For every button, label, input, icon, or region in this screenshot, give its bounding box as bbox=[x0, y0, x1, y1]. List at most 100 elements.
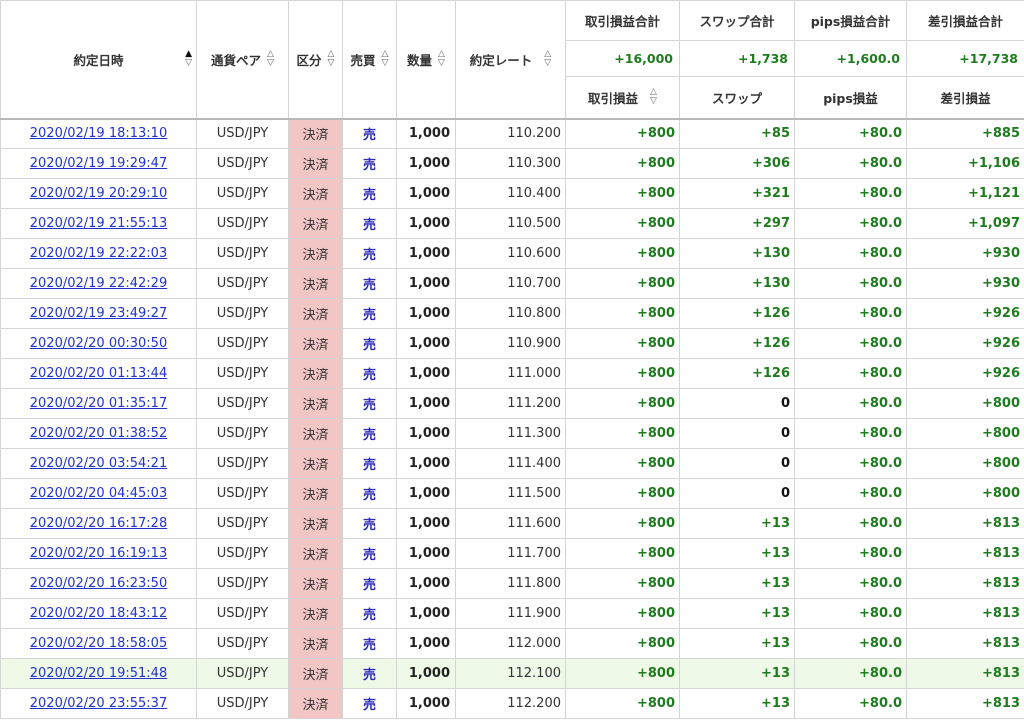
date-cell[interactable]: 2020/02/20 04:45:03 bbox=[0, 478, 197, 509]
pair-cell: USD/JPY bbox=[196, 298, 289, 329]
trade-date-link[interactable]: 2020/02/19 22:42:29 bbox=[30, 276, 167, 291]
table-row: 2020/02/20 23:55:37 USD/JPY 決済売 1,000 112.20… bbox=[0, 688, 1024, 719]
rate-cell: 110.800 bbox=[455, 298, 566, 329]
trade-date-link[interactable]: 2020/02/20 16:23:50 bbox=[30, 576, 167, 591]
date-cell[interactable]: 2020/02/20 16:17:28 bbox=[0, 508, 197, 539]
pair-cell: USD/JPY bbox=[196, 478, 289, 509]
kubun-cell: 決済 bbox=[288, 628, 343, 659]
date-cell[interactable]: 2020/02/20 03:54:21 bbox=[0, 448, 197, 479]
trade-date-link[interactable]: 2020/02/19 19:29:47 bbox=[30, 156, 167, 171]
side-cell: 売 bbox=[342, 298, 397, 329]
date-cell[interactable]: 2020/02/20 18:58:05 bbox=[0, 628, 197, 659]
trade-date-link[interactable]: 2020/02/20 01:13:44 bbox=[30, 366, 167, 381]
sort-icon[interactable]: △ ▽ bbox=[544, 50, 551, 68]
trade-date-link[interactable]: 2020/02/19 20:29:10 bbox=[30, 186, 167, 201]
table-row: 2020/02/19 18:13:10 USD/JPY 決済売 1,000 110.20… bbox=[0, 118, 1024, 149]
trade-date-link[interactable]: 2020/02/20 03:54:21 bbox=[30, 456, 167, 471]
net-cell: +800 bbox=[906, 478, 1024, 509]
date-cell[interactable]: 2020/02/20 01:38:52 bbox=[0, 418, 197, 449]
trade-date-link[interactable]: 2020/02/20 16:19:13 bbox=[30, 546, 167, 561]
rate-cell: 111.900 bbox=[455, 598, 566, 629]
trade-pl-cell: +800 bbox=[565, 358, 680, 389]
swap-cell: +130 bbox=[679, 268, 795, 299]
trade-pl-cell: +800 bbox=[565, 538, 680, 569]
net-cell: +926 bbox=[906, 358, 1024, 389]
qty-cell: 1,000 bbox=[396, 388, 456, 419]
date-cell[interactable]: 2020/02/19 18:13:10 bbox=[0, 118, 197, 149]
swap-cell: +85 bbox=[679, 118, 795, 149]
trade-pl-cell: +800 bbox=[565, 238, 680, 269]
qty-cell: 1,000 bbox=[396, 418, 456, 449]
trade-date-link[interactable]: 2020/02/20 16:17:28 bbox=[30, 516, 167, 531]
trade-date-link[interactable]: 2020/02/20 23:55:37 bbox=[30, 696, 167, 711]
swap-cell: +306 bbox=[679, 148, 795, 179]
trade-date-link[interactable]: 2020/02/19 23:49:27 bbox=[30, 306, 167, 321]
trade-date-link[interactable]: 2020/02/19 18:13:10 bbox=[30, 126, 167, 141]
pips-cell: +80.0 bbox=[794, 268, 907, 299]
sort-icon[interactable]: △ ▽ bbox=[382, 50, 389, 68]
date-cell[interactable]: 2020/02/20 18:43:12 bbox=[0, 598, 197, 629]
date-cell[interactable]: 2020/02/19 21:55:13 bbox=[0, 208, 197, 239]
col-header-rate[interactable]: 約定レート △ ▽ bbox=[455, 0, 566, 120]
swap-cell: 0 bbox=[679, 448, 795, 479]
trade-date-link[interactable]: 2020/02/20 01:35:17 bbox=[30, 396, 167, 411]
col-header-pair[interactable]: 通貨ペア △ ▽ bbox=[196, 0, 289, 120]
table-row: 2020/02/20 16:19:13 USD/JPY 決済売 1,000 111.70… bbox=[0, 538, 1024, 569]
pair-cell: USD/JPY bbox=[196, 418, 289, 449]
trade-date-link[interactable]: 2020/02/20 19:51:48 bbox=[30, 666, 167, 681]
table-row: 2020/02/20 04:45:03 USD/JPY 決済売 1,000 111.50… bbox=[0, 478, 1024, 509]
date-cell[interactable]: 2020/02/20 01:13:44 bbox=[0, 358, 197, 389]
sort-icon[interactable]: △ ▽ bbox=[650, 88, 657, 106]
kubun-cell: 決済 bbox=[288, 358, 343, 389]
trade-date-link[interactable]: 2020/02/20 18:58:05 bbox=[30, 636, 167, 651]
sort-icon[interactable]: △ ▽ bbox=[328, 50, 335, 68]
trade-date-link[interactable]: 2020/02/20 18:43:12 bbox=[30, 606, 167, 621]
side-cell: 売 bbox=[342, 388, 397, 419]
rate-cell: 110.700 bbox=[455, 268, 566, 299]
kubun-cell: 決済 bbox=[288, 478, 343, 509]
trade-date-link[interactable]: 2020/02/20 01:38:52 bbox=[30, 426, 167, 441]
date-cell[interactable]: 2020/02/19 22:22:03 bbox=[0, 238, 197, 269]
date-cell[interactable]: 2020/02/19 23:49:27 bbox=[0, 298, 197, 329]
net-cell: +926 bbox=[906, 298, 1024, 329]
sort-icon[interactable]: ▲ ▽ bbox=[185, 50, 192, 68]
side-cell: 売 bbox=[342, 628, 397, 659]
date-cell[interactable]: 2020/02/20 16:23:50 bbox=[0, 568, 197, 599]
date-cell[interactable]: 2020/02/20 16:19:13 bbox=[0, 538, 197, 569]
col-label-qty: 数量 bbox=[407, 52, 433, 68]
pips-cell: +80.0 bbox=[794, 658, 907, 689]
qty-cell: 1,000 bbox=[396, 208, 456, 239]
qty-cell: 1,000 bbox=[396, 358, 456, 389]
net-cell: +885 bbox=[906, 118, 1024, 149]
date-cell[interactable]: 2020/02/19 22:42:29 bbox=[0, 268, 197, 299]
date-cell[interactable]: 2020/02/20 00:30:50 bbox=[0, 328, 197, 359]
swap-cell: +13 bbox=[679, 568, 795, 599]
date-cell[interactable]: 2020/02/19 20:29:10 bbox=[0, 178, 197, 209]
col-header-qty[interactable]: 数量 △ ▽ bbox=[396, 0, 456, 120]
trade-pl-cell: +800 bbox=[565, 568, 680, 599]
date-cell[interactable]: 2020/02/20 19:51:48 bbox=[0, 658, 197, 689]
col-header-trade-pl[interactable]: 取引損益 △ ▽ bbox=[565, 76, 680, 120]
qty-cell: 1,000 bbox=[396, 508, 456, 539]
sort-icon[interactable]: △ ▽ bbox=[438, 50, 445, 68]
date-cell[interactable]: 2020/02/19 19:29:47 bbox=[0, 148, 197, 179]
trade-date-link[interactable]: 2020/02/19 21:55:13 bbox=[30, 216, 167, 231]
col-header-date[interactable]: 約定日時 ▲ ▽ bbox=[0, 0, 197, 120]
sort-icon[interactable]: △ ▽ bbox=[267, 50, 274, 68]
trade-date-link[interactable]: 2020/02/20 04:45:03 bbox=[30, 486, 167, 501]
col-header-baibai[interactable]: 売買 △ ▽ bbox=[342, 0, 397, 120]
trade-date-link[interactable]: 2020/02/19 22:22:03 bbox=[30, 246, 167, 261]
side-cell: 売 bbox=[342, 148, 397, 179]
date-cell[interactable]: 2020/02/20 01:35:17 bbox=[0, 388, 197, 419]
trade-pl-cell: +800 bbox=[565, 658, 680, 689]
pips-cell: +80.0 bbox=[794, 388, 907, 419]
kubun-cell: 決済 bbox=[288, 568, 343, 599]
trade-date-link[interactable]: 2020/02/20 00:30:50 bbox=[30, 336, 167, 351]
pips-cell: +80.0 bbox=[794, 568, 907, 599]
rate-cell: 110.600 bbox=[455, 238, 566, 269]
pips-cell: +80.0 bbox=[794, 418, 907, 449]
trade-pl-cell: +800 bbox=[565, 208, 680, 239]
swap-cell: 0 bbox=[679, 388, 795, 419]
date-cell[interactable]: 2020/02/20 23:55:37 bbox=[0, 688, 197, 719]
col-header-kubun[interactable]: 区分 △ ▽ bbox=[288, 0, 343, 120]
